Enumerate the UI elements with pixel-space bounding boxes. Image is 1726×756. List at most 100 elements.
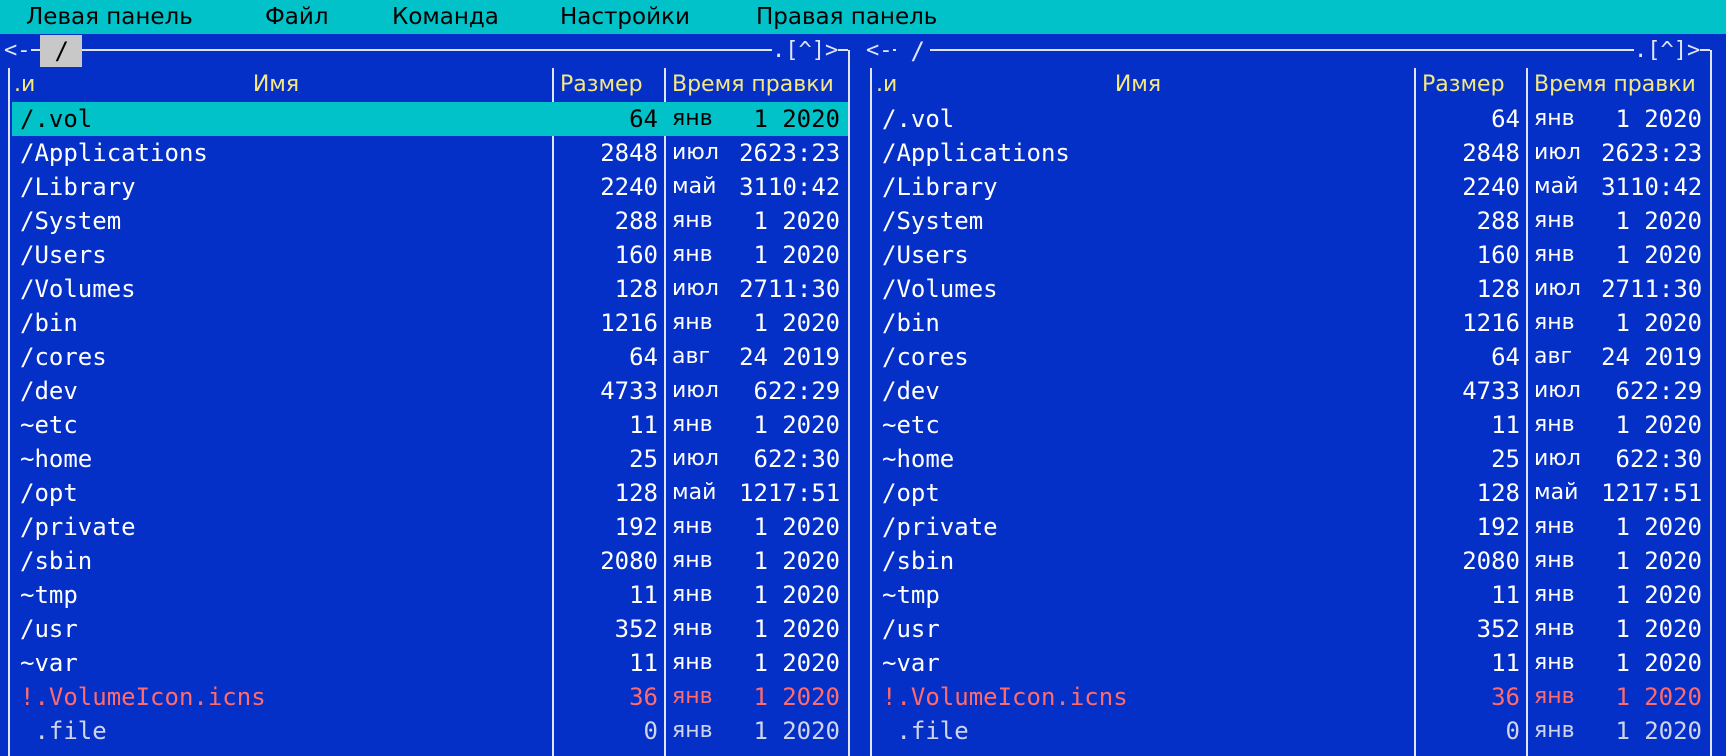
column-header-name[interactable]: Имя (0, 68, 552, 102)
file-name: /bin (882, 309, 940, 337)
panel-menu-button[interactable]: .[^]> (1634, 34, 1701, 68)
file-mtime-time: 2020 (782, 581, 840, 609)
file-row[interactable]: /Users 160 янв 1 2020 (12, 238, 848, 272)
file-row[interactable]: /sbin 2080 янв 1 2020 (874, 544, 1710, 578)
file-row[interactable]: /Applications 2848 июл 26 23:23 (874, 136, 1710, 170)
file-row[interactable]: ~tmp 11 янв 1 2020 (12, 578, 848, 612)
panel-path-label[interactable]: / (896, 35, 930, 67)
file-row[interactable]: .file 0 янв 1 2020 (874, 714, 1710, 748)
file-size: 25 (1491, 445, 1520, 473)
file-mtime-day: 1 (1615, 683, 1630, 711)
right-panel[interactable]: <- / .[^]> .и Имя Размер Время правки/.vol 64… (862, 34, 1724, 756)
file-name: /Library (20, 173, 136, 201)
file-row[interactable]: ~home 25 июл 6 22:30 (12, 442, 848, 476)
file-name: ~var (20, 649, 78, 677)
file-size: 192 (614, 513, 658, 541)
file-row[interactable]: /bin 1216 янв 1 2020 (874, 306, 1710, 340)
file-mtime-time: 2020 (1644, 717, 1702, 745)
file-mtime-day: 24 (1601, 343, 1630, 371)
menu-right-panel[interactable]: Правая панель (756, 0, 937, 34)
file-mtime-day: 26 (1601, 139, 1630, 167)
column-header-size[interactable]: Размер (560, 68, 643, 102)
file-size: 160 (1476, 241, 1520, 269)
file-mtime-month: янв (1534, 514, 1575, 539)
file-row[interactable]: /cores 64 авг 24 2019 (12, 340, 848, 374)
file-row[interactable]: /usr 352 янв 1 2020 (874, 612, 1710, 646)
history-left-arrow[interactable]: <- (4, 34, 31, 68)
file-row[interactable]: /sbin 2080 янв 1 2020 (12, 544, 848, 578)
file-mtime-time: 2020 (782, 241, 840, 269)
file-row[interactable]: ~var 11 янв 1 2020 (874, 646, 1710, 680)
file-row[interactable]: ~etc 11 янв 1 2020 (12, 408, 848, 442)
file-mtime-month: янв (1534, 242, 1575, 267)
file-mtime-time: 2020 (782, 513, 840, 541)
file-mtime-time: 2020 (782, 547, 840, 575)
file-row[interactable]: /Volumes 128 июл 27 11:30 (874, 272, 1710, 306)
file-row[interactable]: ~var 11 янв 1 2020 (12, 646, 848, 680)
menu-left-panel[interactable]: Левая панель (26, 0, 193, 34)
file-row[interactable]: /opt 128 май 12 17:51 (874, 476, 1710, 510)
file-row[interactable]: !.VolumeIcon.icns 36 янв 1 2020 (12, 680, 848, 714)
file-mtime-month: июл (1534, 446, 1581, 471)
column-header-mtime[interactable]: Время правки (672, 68, 834, 102)
file-row[interactable]: /opt 128 май 12 17:51 (12, 476, 848, 510)
file-size: 64 (1491, 343, 1520, 371)
file-name: /private (20, 513, 136, 541)
file-mtime-time: 2020 (782, 649, 840, 677)
file-mtime-day: 1 (1615, 649, 1630, 677)
file-name: /dev (882, 377, 940, 405)
file-name: .file (20, 717, 107, 745)
file-row[interactable]: /Users 160 янв 1 2020 (874, 238, 1710, 272)
column-header-size[interactable]: Размер (1422, 68, 1505, 102)
file-row[interactable]: /dev 4733 июл 6 22:29 (12, 374, 848, 408)
file-row[interactable]: /Library 2240 май 31 10:42 (12, 170, 848, 204)
file-row[interactable]: .file 0 янв 1 2020 (12, 714, 848, 748)
column-header-name[interactable]: Имя (862, 68, 1414, 102)
file-row[interactable]: /Volumes 128 июл 27 11:30 (12, 272, 848, 306)
file-row[interactable]: /System 288 янв 1 2020 (874, 204, 1710, 238)
file-row[interactable]: /bin 1216 янв 1 2020 (12, 306, 848, 340)
file-row[interactable]: /.vol 64 янв 1 2020 (12, 102, 848, 136)
file-row[interactable]: /System 288 янв 1 2020 (12, 204, 848, 238)
panel-menu-button[interactable]: .[^]> (772, 34, 839, 68)
file-mtime-month: янв (1534, 208, 1575, 233)
file-name: ~etc (882, 411, 940, 439)
file-mtime-month: май (1534, 174, 1579, 199)
file-row[interactable]: /.vol 64 янв 1 2020 (874, 102, 1710, 136)
file-size: 11 (1491, 411, 1520, 439)
file-mtime-time: 2020 (1644, 241, 1702, 269)
file-row[interactable]: /Library 2240 май 31 10:42 (874, 170, 1710, 204)
column-header-mtime[interactable]: Время правки (1534, 68, 1696, 102)
file-mtime-month: янв (1534, 412, 1575, 437)
file-row[interactable]: /Applications 2848 июл 26 23:23 (12, 136, 848, 170)
file-mtime-day: 1 (753, 411, 768, 439)
file-row[interactable]: /cores 64 авг 24 2019 (874, 340, 1710, 374)
history-left-arrow[interactable]: <- (866, 34, 893, 68)
file-mtime-month: авг (1534, 344, 1573, 369)
file-mtime-day: 1 (753, 649, 768, 677)
menu-settings[interactable]: Настройки (560, 0, 690, 34)
file-mtime-time: 2019 (1644, 343, 1702, 371)
file-row[interactable]: /dev 4733 июл 6 22:29 (874, 374, 1710, 408)
file-mtime-time: 11:30 (768, 275, 841, 303)
file-row[interactable]: /usr 352 янв 1 2020 (12, 612, 848, 646)
file-row[interactable]: !.VolumeIcon.icns 36 янв 1 2020 (874, 680, 1710, 714)
menu-command[interactable]: Команда (392, 0, 499, 34)
file-name: /usr (20, 615, 78, 643)
file-row[interactable]: ~etc 11 янв 1 2020 (874, 408, 1710, 442)
file-mtime-month: янв (672, 718, 713, 743)
file-row[interactable]: /private 192 янв 1 2020 (874, 510, 1710, 544)
file-name: /opt (882, 479, 940, 507)
panel-path-label[interactable]: / (40, 35, 82, 67)
file-row[interactable]: ~tmp 11 янв 1 2020 (874, 578, 1710, 612)
file-name: /.vol (882, 105, 955, 133)
file-mtime-day: 31 (1601, 173, 1630, 201)
file-mtime-month: янв (672, 616, 713, 641)
left-panel[interactable]: <- / .[^]> .и Имя Размер Время правки/.vol 64… (0, 34, 862, 756)
file-row[interactable]: ~home 25 июл 6 22:30 (874, 442, 1710, 476)
file-row[interactable]: /private 192 янв 1 2020 (12, 510, 848, 544)
file-mtime-month: июл (1534, 276, 1581, 301)
panel-frame-right (1710, 50, 1712, 756)
file-size: 352 (1476, 615, 1520, 643)
menu-file[interactable]: Файл (265, 0, 329, 34)
